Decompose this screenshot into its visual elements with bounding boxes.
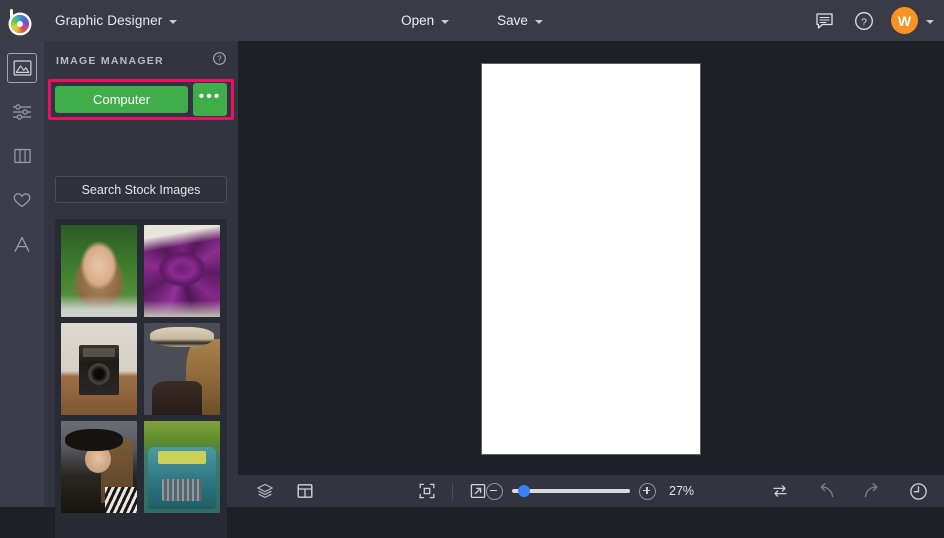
computer-upload-button[interactable]: Computer <box>55 86 188 113</box>
app-logo[interactable] <box>0 0 42 41</box>
panel-help-button[interactable]: ? <box>213 52 226 70</box>
compare-swap-icon <box>773 485 787 497</box>
photo-icon <box>13 60 31 76</box>
zoom-controls: 27% <box>486 482 695 500</box>
bottom-toolbar: 27% <box>238 475 944 507</box>
sidebar-item-templates[interactable] <box>7 141 37 171</box>
zoom-in-button[interactable] <box>639 482 656 500</box>
thumbnail-blonde-woman-hedge[interactable] <box>61 225 137 317</box>
thumbnail-teal-vintage-truck[interactable] <box>144 421 220 513</box>
thumbnail-woman-black-hat[interactable] <box>61 421 137 513</box>
chevron-down-icon <box>441 19 450 24</box>
text-a-icon <box>14 236 30 252</box>
undo-button[interactable] <box>813 478 839 504</box>
avatar[interactable]: W <box>891 7 918 34</box>
compare-button[interactable] <box>767 478 793 504</box>
bottom-view-tools <box>414 478 491 504</box>
zoom-percent-label: 27% <box>669 484 695 498</box>
layers-icon <box>257 483 273 498</box>
chat-bubble-icon <box>815 12 833 29</box>
search-stock-images-button[interactable]: Search Stock Images <box>55 176 227 203</box>
product-switcher-menu[interactable]: Graphic Designer <box>44 8 188 34</box>
layout-panel-icon <box>297 484 313 498</box>
upload-source-highlight: Computer ••• <box>48 79 234 120</box>
layers-button[interactable] <box>252 478 278 504</box>
image-manager-panel: IMAGE MANAGER ? Computer ••• Search Stoc… <box>44 41 238 538</box>
heart-icon <box>13 193 31 208</box>
help-circle-icon: ? <box>213 52 226 65</box>
search-stock-images-label: Search Stock Images <box>81 182 201 197</box>
history-button[interactable] <box>905 478 931 504</box>
fit-to-screen-icon <box>419 483 435 499</box>
svg-text:?: ? <box>861 16 867 28</box>
bottom-left-tools <box>238 478 318 504</box>
open-button[interactable]: Open <box>391 8 459 34</box>
redo-arrow-icon <box>864 483 878 498</box>
redo-button[interactable] <box>859 478 885 504</box>
product-switcher-label: Graphic Designer <box>55 13 163 28</box>
undo-arrow-icon <box>820 483 834 498</box>
expand-arrow-icon <box>470 483 486 499</box>
left-tool-rail <box>0 41 44 507</box>
chevron-down-icon <box>534 19 543 24</box>
app-window: Graphic Designer Open Save ? W IMAGE MAN… <box>0 0 944 538</box>
bottom-right-tools <box>767 478 931 504</box>
layout-panel-button[interactable] <box>292 478 318 504</box>
sidebar-item-edit[interactable] <box>7 97 37 127</box>
befunky-logo-icon <box>8 8 34 34</box>
columns-icon <box>13 148 31 164</box>
canvas-sheet[interactable] <box>482 64 700 454</box>
zoom-slider[interactable] <box>512 485 630 497</box>
toolbar-divider <box>452 482 453 500</box>
computer-upload-label: Computer <box>92 92 151 107</box>
fit-to-screen-button[interactable] <box>414 478 440 504</box>
save-button-label: Save <box>497 13 528 28</box>
top-bar: Graphic Designer Open Save ? W <box>0 0 944 41</box>
help-circle-icon: ? <box>855 11 873 30</box>
sidebar-item-text[interactable] <box>7 229 37 259</box>
feedback-button[interactable] <box>811 8 837 34</box>
canvas-area[interactable] <box>238 41 944 475</box>
more-upload-sources-button[interactable]: ••• <box>193 83 227 116</box>
open-button-label: Open <box>401 13 435 28</box>
save-button[interactable]: Save <box>487 8 553 34</box>
thumbnail-purple-flower[interactable] <box>144 225 220 317</box>
thumbnail-vintage-camera[interactable] <box>61 323 137 415</box>
help-button[interactable]: ? <box>851 8 877 34</box>
panel-header: IMAGE MANAGER ? <box>44 41 238 73</box>
svg-text:?: ? <box>217 54 222 63</box>
top-bar-right-actions: ? W <box>811 0 934 41</box>
chevron-down-icon <box>169 19 178 24</box>
more-upload-sources-label: ••• <box>198 87 222 105</box>
zoom-out-button[interactable] <box>486 482 503 500</box>
sidebar-item-image-manager[interactable] <box>7 53 37 83</box>
avatar-initial: W <box>897 12 912 29</box>
account-chevron-down-icon[interactable] <box>926 19 934 24</box>
thumbnail-woman-straw-hat[interactable] <box>144 323 220 415</box>
sliders-icon <box>12 104 32 120</box>
sidebar-item-graphics[interactable] <box>7 185 37 215</box>
stock-image-grid[interactable] <box>55 219 227 538</box>
panel-title: IMAGE MANAGER <box>56 55 164 67</box>
zoom-slider-handle[interactable] <box>518 485 530 497</box>
history-clock-icon <box>909 482 927 500</box>
